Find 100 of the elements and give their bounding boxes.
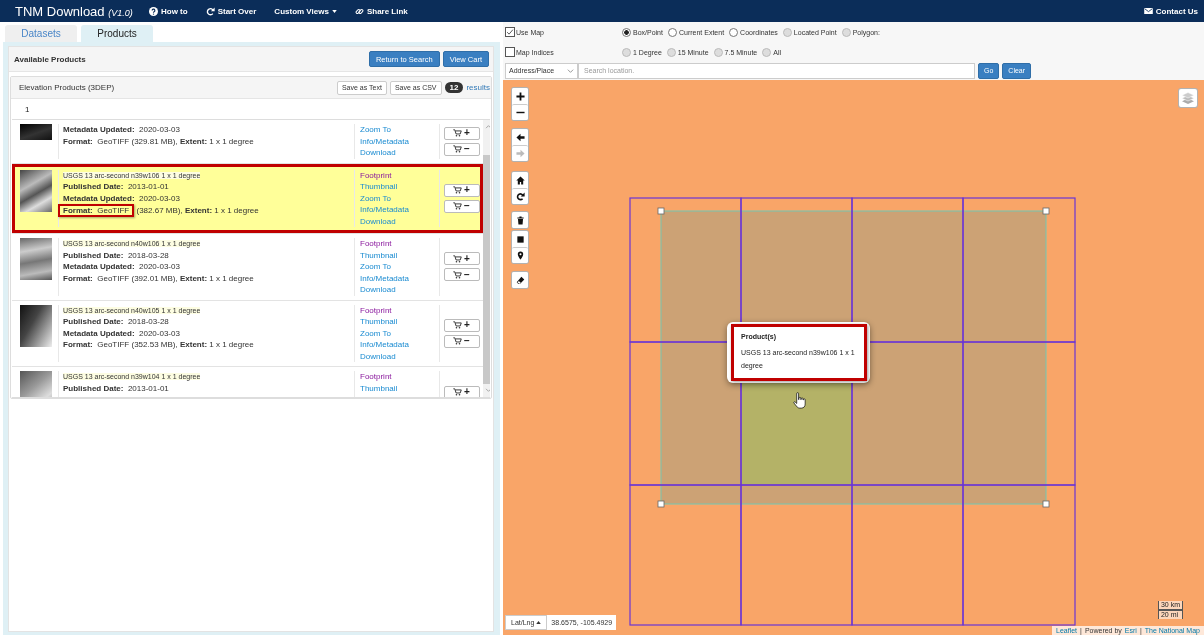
product-link[interactable]: Thumbnail (360, 249, 398, 261)
zoom-out-button[interactable] (512, 104, 528, 120)
refresh-button[interactable] (512, 188, 528, 204)
radio-button[interactable] (667, 27, 677, 37)
page-number[interactable]: 1 (25, 104, 30, 114)
format-details: (329.81 MB), Extent: 1 x 1 degree (131, 136, 254, 146)
cart-button[interactable]: + (443, 385, 480, 397)
layers-button[interactable] (1178, 88, 1198, 108)
product-link[interactable]: Download (360, 284, 396, 296)
eraser-button[interactable] (512, 272, 528, 288)
thumbnail-image (20, 124, 52, 140)
checkbox[interactable] (505, 47, 515, 57)
home-icon (515, 175, 525, 185)
product-link[interactable]: Info/Metadata (360, 272, 409, 284)
cart-icon (453, 254, 463, 263)
product-link[interactable]: Info/Metadata (360, 339, 409, 351)
product-link[interactable]: Footprint (360, 304, 392, 316)
refresh-icon (205, 6, 215, 16)
format-text: Format: GeoTIFF (63, 136, 130, 146)
index-tile[interactable] (629, 197, 742, 343)
product-link[interactable]: Zoom To (360, 192, 391, 204)
trash-icon (515, 215, 525, 225)
handle-icon[interactable] (1042, 500, 1050, 508)
nav-link[interactable]: Start Over (205, 6, 257, 16)
cart-button[interactable]: − (443, 142, 480, 156)
arrow-right-icon (515, 149, 525, 158)
scroll-down-icon[interactable] (485, 388, 490, 393)
format-details: (382.67 MB), Extent: 1 x 1 degree (136, 206, 259, 215)
field-text: Published Date: 2013-01-01 (63, 382, 170, 394)
scroll-up-icon[interactable] (485, 124, 490, 129)
cart-icon (453, 202, 463, 211)
product-link[interactable]: Footprint (360, 238, 392, 250)
eraser-icon (515, 275, 525, 285)
index-tile[interactable] (962, 341, 1076, 486)
radio-button[interactable] (729, 27, 739, 37)
envelope-icon (1143, 8, 1153, 14)
product-link[interactable]: Thumbnail (360, 181, 398, 193)
product-link[interactable]: Download (360, 215, 396, 227)
cart-button[interactable]: + (443, 183, 480, 197)
cart-icon (453, 145, 463, 154)
field-text: Published Date: 2018-03-28 (63, 316, 170, 328)
count-badge: 12 (444, 82, 464, 93)
back-button[interactable] (512, 129, 528, 145)
format-details: (352.53 MB), Extent: 1 x 1 degree (131, 340, 254, 349)
cart-button[interactable]: − (443, 199, 480, 213)
handle-icon[interactable] (657, 500, 665, 508)
product-link[interactable]: Download (360, 350, 396, 362)
square-icon (515, 234, 525, 244)
section-title: Elevation Products (3DEP) (19, 83, 115, 92)
nav-link[interactable]: Share Link (354, 6, 408, 16)
home-button[interactable] (512, 172, 528, 188)
field-text: Published Date: 2013-01-01 (63, 181, 170, 193)
cart-button[interactable]: + (443, 318, 480, 332)
index-tile[interactable] (740, 484, 853, 626)
product-link[interactable]: Footprint (360, 169, 392, 181)
cart-button[interactable]: + (443, 252, 480, 266)
index-tile[interactable] (629, 484, 742, 626)
product-link[interactable]: Zoom To (360, 124, 391, 136)
caret-icon (331, 9, 337, 13)
tab[interactable]: Products (81, 25, 153, 42)
field-text: Metadata Updated: 2020-03-03 (63, 327, 181, 339)
zoom-in-button[interactable] (512, 88, 528, 104)
format-text: Format: GeoTIFF (63, 340, 130, 349)
refresh-icon (515, 192, 525, 201)
product-link[interactable]: Download (360, 147, 396, 159)
product-link[interactable]: Zoom To (360, 261, 391, 273)
map-marker-icon (515, 251, 525, 260)
index-tile[interactable] (962, 484, 1076, 626)
nav-link[interactable]: How to (149, 6, 188, 16)
delete-button[interactable] (512, 212, 528, 228)
product-link[interactable]: Thumbnail (360, 316, 398, 328)
results-link[interactable]: results (466, 83, 490, 92)
format-details: (392.01 MB), Extent: 1 x 1 degree (131, 273, 254, 283)
cart-button[interactable]: + (443, 126, 480, 140)
radio-button[interactable] (622, 27, 631, 37)
index-tile[interactable] (962, 197, 1076, 343)
panel-title: Available Products (14, 54, 86, 64)
nav-link[interactable]: Custom Views (274, 6, 337, 16)
cart-icon (453, 337, 463, 346)
product-link[interactable]: Footprint (360, 371, 392, 383)
layers-icon (1181, 91, 1195, 105)
thumbnail-image (20, 304, 52, 347)
checkbox[interactable] (505, 27, 515, 37)
product-link[interactable]: Zoom To (360, 327, 391, 339)
product-link[interactable]: Info/Metadata (360, 204, 409, 216)
product-link[interactable]: Thumbnail (360, 382, 398, 394)
cart-button[interactable]: − (443, 268, 480, 282)
field-text: Published Date: 2018-03-28 (63, 249, 170, 261)
handle-icon[interactable] (1042, 207, 1050, 215)
contact-link[interactable]: Contact Us (1143, 6, 1198, 16)
draw-point-button[interactable] (512, 247, 528, 263)
handle-icon[interactable] (657, 207, 665, 215)
selection-box[interactable] (660, 210, 1047, 505)
cart-button[interactable]: − (443, 334, 480, 348)
hand-cursor-icon (793, 392, 806, 409)
field-text: Metadata Updated: 2020-03-03 (63, 124, 181, 136)
product-link[interactable]: Info/Metadata (360, 135, 409, 147)
app-title: TNM Download (V1.0) (15, 3, 134, 19)
index-tile[interactable] (851, 484, 964, 626)
chevron-down-icon (567, 68, 574, 73)
